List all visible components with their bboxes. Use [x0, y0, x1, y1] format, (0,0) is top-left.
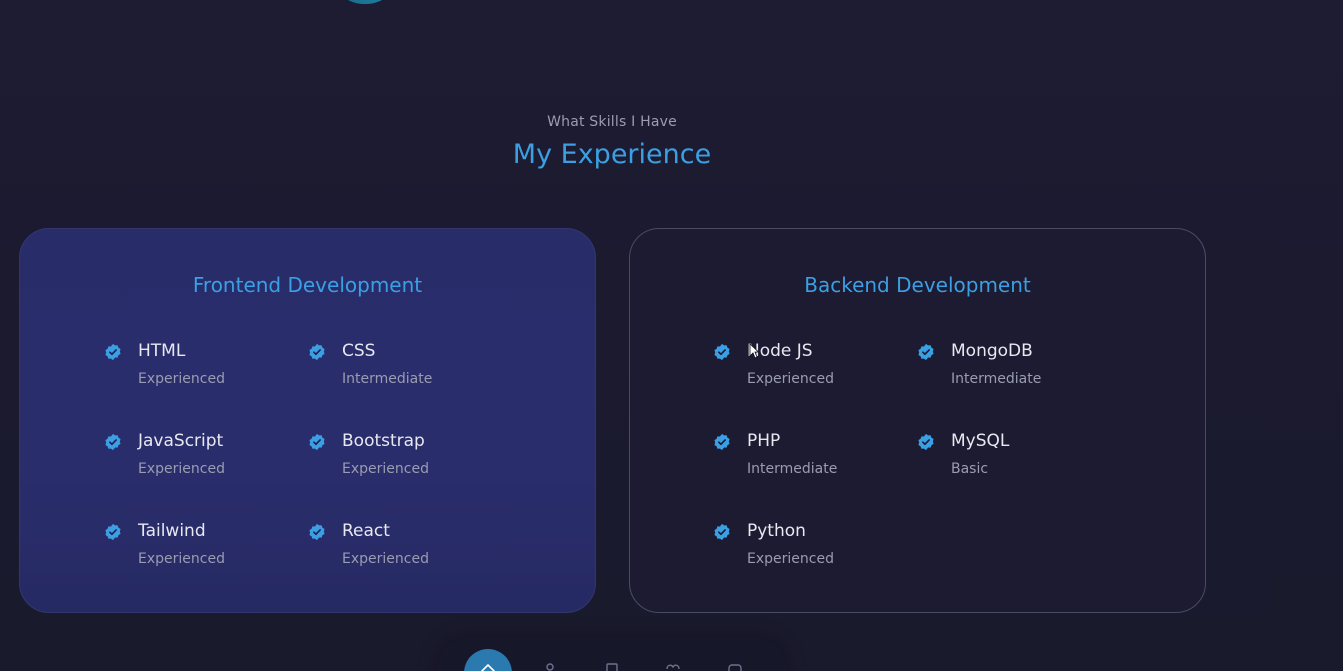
- skill-item-css: CSS Intermediate: [308, 341, 508, 401]
- verified-check-icon: [309, 523, 325, 541]
- skill-level: Experienced: [747, 551, 834, 567]
- skill-name: React: [342, 521, 390, 541]
- skill-item-mongodb: MongoDB Intermediate: [917, 341, 1117, 401]
- verified-check-icon: [309, 343, 325, 361]
- frontend-card-title: Frontend Development: [192, 273, 423, 297]
- skill-name: CSS: [342, 341, 376, 361]
- skill-item-tailwind: Tailwind Experienced: [104, 521, 304, 581]
- skill-name: MySQL: [951, 431, 1010, 451]
- skill-level: Basic: [951, 461, 989, 477]
- mouse-cursor-icon: [749, 343, 759, 359]
- page: What Skills I Have My Experience Fronten…: [0, 0, 1343, 671]
- section-title: My Experience: [512, 139, 712, 170]
- avatar-bottom-edge: [330, 0, 400, 4]
- skill-name: JavaScript: [138, 431, 224, 451]
- book-icon[interactable]: [604, 662, 620, 671]
- skill-item-mysql: MySQL Basic: [917, 431, 1117, 491]
- skill-name: HTML: [138, 341, 186, 361]
- verified-check-icon: [105, 343, 121, 361]
- skill-item-bootstrap: Bootstrap Experienced: [308, 431, 508, 491]
- skill-name: Tailwind: [138, 521, 206, 541]
- skill-item-react: React Experienced: [308, 521, 508, 581]
- skill-item-python: Python Experienced: [713, 521, 913, 581]
- verified-check-icon: [105, 523, 121, 541]
- briefcase-icon[interactable]: [665, 662, 681, 671]
- backend-card-title: Backend Development: [804, 273, 1031, 297]
- chat-icon[interactable]: [727, 662, 743, 671]
- bottom-nav: [438, 638, 786, 671]
- verified-check-icon: [918, 343, 934, 361]
- verified-check-icon: [714, 523, 730, 541]
- skill-name: Bootstrap: [342, 431, 425, 451]
- verified-check-icon: [105, 433, 121, 451]
- skill-name: Python: [747, 521, 806, 541]
- skill-level: Experienced: [138, 551, 225, 567]
- skill-level: Intermediate: [747, 461, 838, 477]
- verified-check-icon: [918, 433, 934, 451]
- verified-check-icon: [714, 433, 730, 451]
- skill-level: Experienced: [138, 371, 225, 387]
- frontend-card: Frontend Development HTML Experienced CS…: [19, 228, 596, 613]
- user-icon[interactable]: [542, 662, 558, 671]
- skill-level: Experienced: [747, 371, 834, 387]
- skill-item-nodejs: Node JS Experienced: [713, 341, 913, 401]
- verified-check-icon: [309, 433, 325, 451]
- skill-level: Experienced: [342, 551, 429, 567]
- skill-name: MongoDB: [951, 341, 1033, 361]
- skill-item-javascript: JavaScript Experienced: [104, 431, 304, 491]
- skill-level: Intermediate: [951, 371, 1042, 387]
- skill-name: PHP: [747, 431, 781, 451]
- home-icon: [481, 664, 495, 671]
- section-subtitle: What Skills I Have: [547, 114, 677, 130]
- skill-item-php: PHP Intermediate: [713, 431, 913, 491]
- backend-card: Backend Development Node JS Experienced …: [629, 228, 1206, 613]
- skill-level: Experienced: [138, 461, 225, 477]
- skill-item-html: HTML Experienced: [104, 341, 304, 401]
- skill-level: Intermediate: [342, 371, 433, 387]
- nav-home-button[interactable]: [464, 649, 512, 671]
- verified-check-icon: [714, 343, 730, 361]
- skill-level: Experienced: [342, 461, 429, 477]
